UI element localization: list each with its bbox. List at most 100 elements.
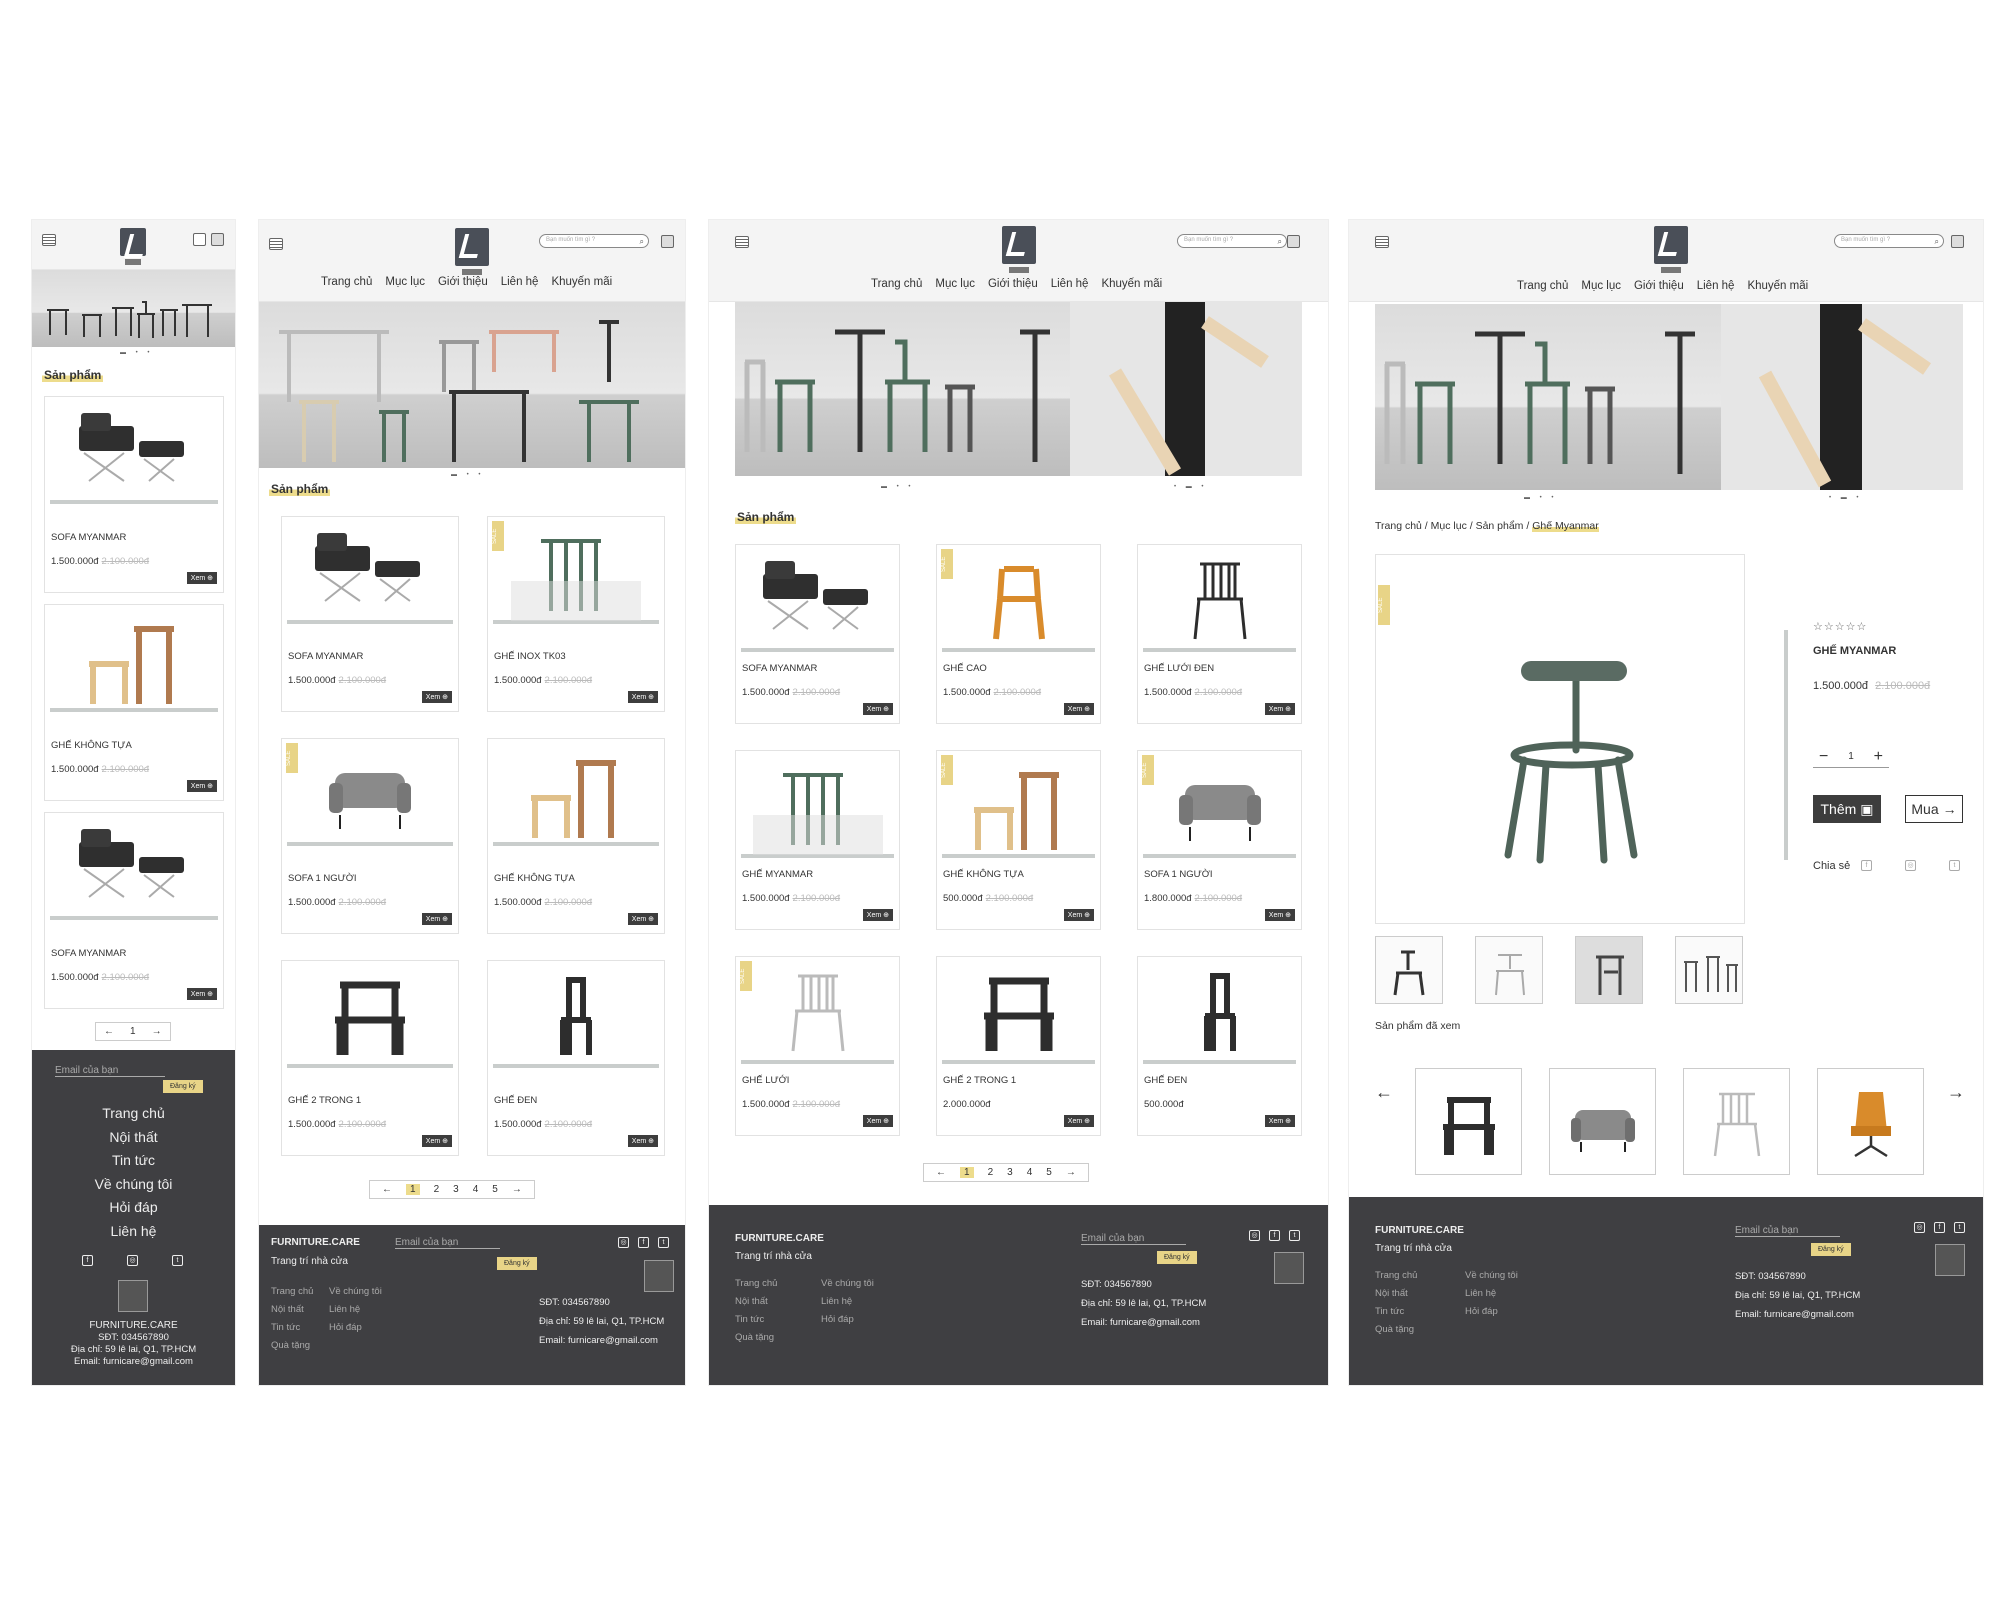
logo[interactable] — [455, 228, 489, 275]
footer-link[interactable]: Trang chủ — [32, 1102, 235, 1126]
footer-link[interactable]: Trang chủ — [735, 1275, 777, 1293]
product-name[interactable]: SOFA MYANMAR — [742, 663, 817, 674]
page-number[interactable]: 2 — [434, 1184, 440, 1195]
footer-link[interactable]: Trang chủ — [1375, 1267, 1417, 1285]
view-button[interactable]: Xem ⊕ — [421, 691, 452, 703]
page-number[interactable]: 1 — [960, 1167, 974, 1178]
footer-link[interactable]: Liên hệ — [1465, 1285, 1518, 1303]
subscribe-button[interactable]: Đăng ký — [163, 1080, 203, 1093]
product-card[interactable]: SALE SOFA 1 NGƯỜI 1.500.000đ 2.100.000đ Xem … — [281, 738, 459, 934]
nav-item[interactable]: Giới thiệu — [438, 276, 488, 288]
product-name[interactable]: GHẾ 2 TRONG 1 — [288, 1095, 361, 1106]
view-button[interactable]: Xem ⊕ — [1063, 1115, 1094, 1127]
facebook-icon[interactable]: f — [1269, 1230, 1280, 1241]
twitter-icon[interactable]: t — [1949, 860, 1960, 871]
page-number[interactable]: 5 — [1046, 1167, 1052, 1178]
search-icon[interactable]: ⌕ — [1278, 237, 1282, 247]
footer-link[interactable]: Tin tức — [271, 1319, 313, 1337]
search-input[interactable]: Bạn muốn tìm gì ? ⌕ — [1177, 234, 1287, 248]
footer-link[interactable]: Nội thất — [735, 1293, 777, 1311]
page-number[interactable]: 2 — [988, 1167, 994, 1178]
footer-link[interactable]: Tin tức — [1375, 1303, 1417, 1321]
nav-item[interactable]: Liên hệ — [501, 276, 539, 288]
carousel-dots-2[interactable]: • ▬ • — [1829, 495, 1863, 501]
email-input[interactable]: Email của bạn — [1081, 1233, 1186, 1245]
footer-link[interactable]: Liên hệ — [32, 1220, 235, 1244]
twitter-icon[interactable]: t — [658, 1237, 669, 1248]
view-button[interactable]: Xem ⊕ — [1264, 909, 1295, 921]
product-name[interactable]: GHẾ LƯỚI ĐEN — [1144, 663, 1214, 674]
footer-link[interactable]: Hỏi đáp — [1465, 1303, 1518, 1321]
page-number[interactable]: 4 — [1027, 1167, 1033, 1178]
prev-arrow-icon[interactable]: ← — [936, 1167, 946, 1178]
logo[interactable] — [120, 228, 146, 265]
carousel-dots[interactable]: ▬ • • — [451, 472, 485, 478]
product-name[interactable]: GHẾ KHÔNG TỰA — [494, 873, 575, 884]
minus-icon[interactable]: − — [1819, 748, 1828, 766]
subscribe-button[interactable]: Đăng ký — [1811, 1243, 1851, 1256]
nav-item[interactable]: Mục lục — [385, 276, 425, 288]
product-card[interactable]: SALE GHẾ LƯỚI 1.500.000đ 2.100.000đ Xem ⊕ — [735, 956, 900, 1136]
facebook-icon[interactable]: f — [1861, 860, 1872, 871]
product-card[interactable]: SOFA MYANMAR 1.500.000đ 2.100.000đ Xem ⊕ — [44, 396, 224, 593]
nav-item[interactable]: Khuyến mãi — [1747, 280, 1808, 292]
product-name[interactable]: SOFA MYANMAR — [51, 948, 126, 959]
nav-item[interactable]: Mục lục — [1581, 280, 1621, 292]
product-name[interactable]: GHẾ INOX TK03 — [494, 651, 566, 662]
qty-value[interactable]: 1 — [1848, 751, 1854, 762]
nav-item[interactable]: Trang chủ — [321, 276, 372, 288]
product-name[interactable]: SOFA MYANMAR — [288, 651, 363, 662]
nav-item[interactable]: Trang chủ — [1517, 280, 1568, 292]
viewed-item-2[interactable] — [1549, 1068, 1656, 1175]
menu-icon[interactable] — [735, 236, 749, 248]
page-number[interactable]: 3 — [1007, 1167, 1013, 1178]
thumbnail-2[interactable] — [1475, 936, 1543, 1004]
next-arrow-icon[interactable]: → — [1066, 1167, 1076, 1178]
view-button[interactable]: Xem ⊕ — [1264, 1115, 1295, 1127]
facebook-icon[interactable]: f — [82, 1255, 93, 1266]
quantity-stepper[interactable]: − 1 + — [1813, 746, 1889, 768]
viewed-item-3[interactable] — [1683, 1068, 1790, 1175]
instagram-icon[interactable]: ◎ — [127, 1255, 138, 1266]
prev-arrow-icon[interactable]: ← — [104, 1026, 114, 1037]
email-input[interactable]: Email của bạn — [395, 1237, 500, 1249]
subscribe-button[interactable]: Đăng ký — [1157, 1251, 1197, 1264]
view-button[interactable]: Xem ⊕ — [627, 913, 658, 925]
nav-item[interactable]: Giới thiệu — [988, 278, 1038, 290]
hero-banner[interactable] — [1375, 304, 1963, 490]
instagram-icon[interactable]: ◎ — [1905, 860, 1916, 871]
instagram-icon[interactable]: ◎ — [1914, 1222, 1925, 1233]
view-button[interactable]: Xem ⊕ — [186, 572, 217, 584]
search-icon[interactable] — [193, 233, 206, 246]
product-name[interactable]: GHẾ KHÔNG TỰA — [51, 740, 132, 751]
nav-item[interactable]: Khuyến mãi — [551, 276, 612, 288]
view-button[interactable]: Xem ⊕ — [627, 1135, 658, 1147]
breadcrumb-path[interactable]: Trang chủ / Mục lục / Sản phẩm / — [1375, 520, 1532, 532]
subscribe-button[interactable]: Đăng ký — [497, 1257, 537, 1270]
nav-item[interactable]: Trang chủ — [871, 278, 922, 290]
hero-banner[interactable] — [32, 270, 235, 347]
footer-link[interactable]: Liên hệ — [821, 1293, 874, 1311]
product-card[interactable]: SALE GHẾ KHÔNG TỰA 500.000đ 2.100.000đ Xem ⊕ — [936, 750, 1101, 930]
view-button[interactable]: Xem ⊕ — [862, 909, 893, 921]
product-card[interactable]: SALE GHẾ INOX TK03 1.500.000đ 2.100.000đ Xem… — [487, 516, 665, 712]
product-card[interactable]: SALE SOFA 1 NGƯỜI 1.800.000đ 2.100.000đ Xem … — [1137, 750, 1302, 930]
search-icon[interactable]: ⌕ — [1935, 237, 1939, 247]
product-name[interactable]: GHẾ CAO — [943, 663, 987, 674]
page-number[interactable]: 4 — [473, 1184, 479, 1195]
cart-icon[interactable] — [211, 233, 224, 246]
footer-link[interactable]: Trang chủ — [271, 1283, 313, 1301]
product-card[interactable]: GHẾ 2 TRONG 1 2.000.000đ Xem ⊕ — [936, 956, 1101, 1136]
menu-icon[interactable] — [1375, 236, 1389, 248]
page-number[interactable]: 3 — [453, 1184, 459, 1195]
product-card[interactable]: GHẾ 2 TRONG 1 1.500.000đ 2.100.000đ Xem ⊕ — [281, 960, 459, 1156]
footer-link[interactable]: Về chúng tôi — [1465, 1267, 1518, 1285]
hero-banner[interactable] — [259, 302, 685, 468]
twitter-icon[interactable]: t — [1954, 1222, 1965, 1233]
product-card[interactable]: GHẾ LƯỚI ĐEN 1.500.000đ 2.100.000đ Xem ⊕ — [1137, 544, 1302, 724]
carousel-dots[interactable]: ▬ • • — [881, 484, 915, 490]
footer-link[interactable]: Về chúng tôi — [329, 1283, 382, 1301]
prev-arrow-icon[interactable]: ← — [382, 1184, 392, 1195]
view-button[interactable]: Xem ⊕ — [1063, 909, 1094, 921]
footer-link[interactable]: Về chúng tôi — [821, 1275, 874, 1293]
